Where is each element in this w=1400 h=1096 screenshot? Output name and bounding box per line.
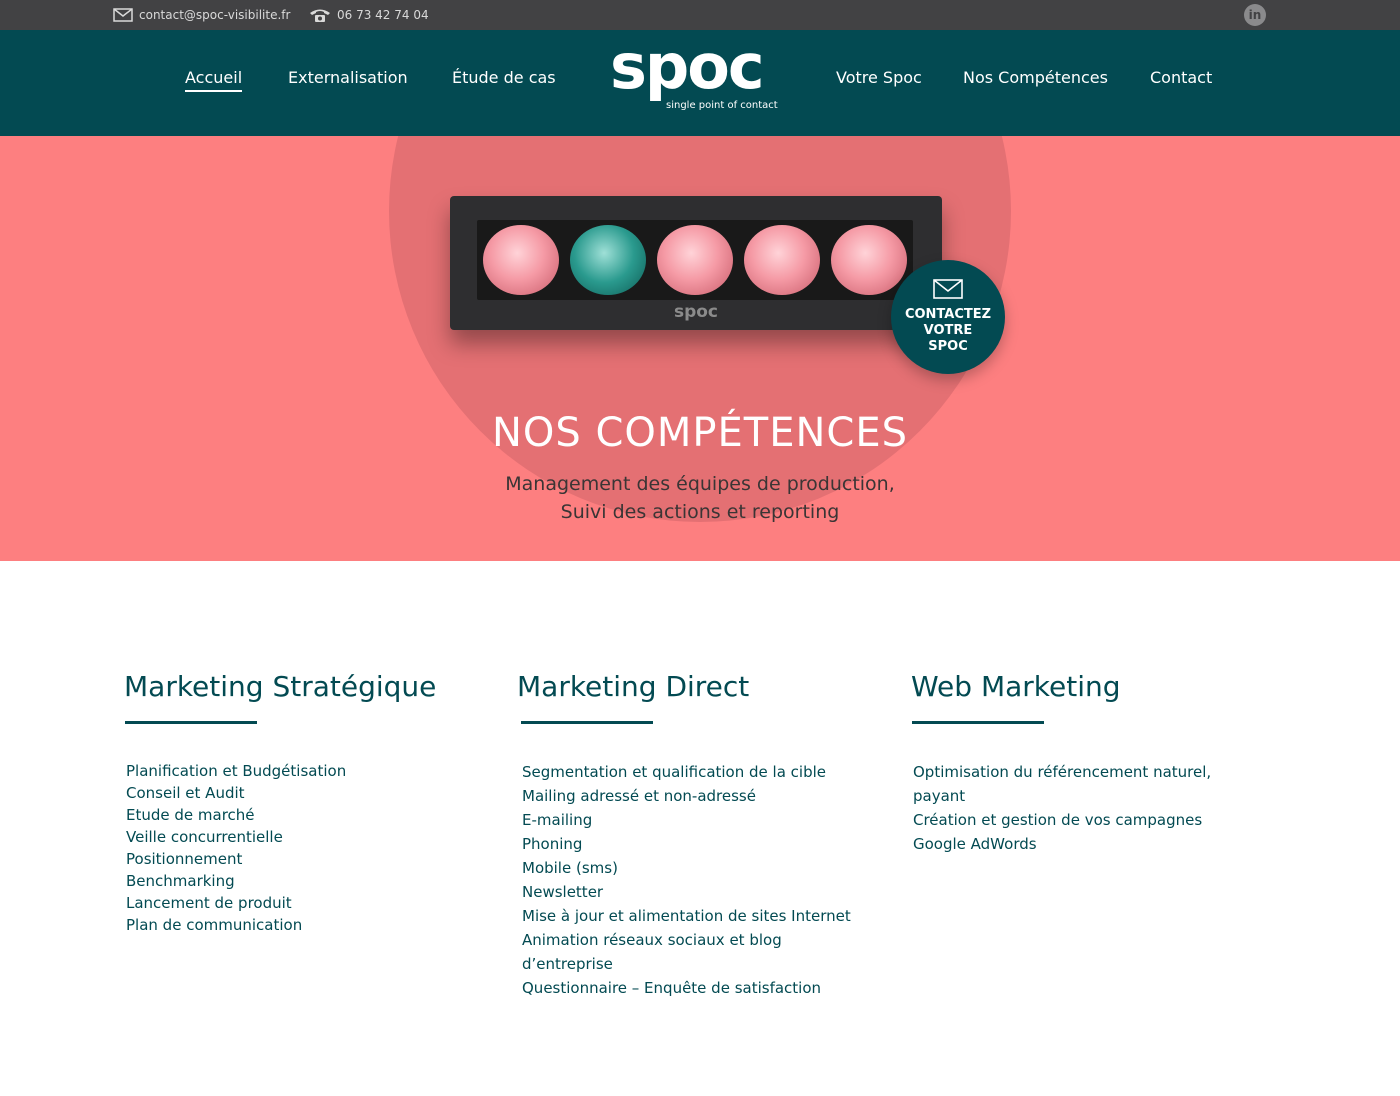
contact-email-link[interactable]: contact@spoc-visibilite.fr [113, 0, 290, 30]
pastry-box-image: spoc [450, 196, 942, 330]
cta-line: VOTRE [923, 323, 973, 338]
phone-text: 06 73 42 74 04 [337, 8, 429, 22]
list-item: Création et gestion de vos campagnes [913, 811, 1203, 829]
linkedin-icon[interactable]: in [1244, 4, 1266, 26]
nav-externalisation[interactable]: Externalisation [288, 68, 408, 87]
nav-nos-competences[interactable]: Nos Compétences [963, 68, 1108, 87]
title-underline [912, 721, 1044, 724]
nav-votre-spoc[interactable]: Votre Spoc [836, 68, 922, 87]
contact-phone-link[interactable]: 06 73 42 74 04 [309, 0, 429, 30]
column-marketing-strategique: Marketing Stratégique Planification et B… [124, 670, 504, 936]
list-item: Questionnaire – Enquête de satisfaction [522, 979, 822, 997]
column-web-marketing: Web Marketing Optimisation du référencem… [911, 670, 1291, 856]
list-item: Phoning [522, 835, 583, 853]
subtitle-line: Management des équipes de production, [505, 473, 895, 495]
list-item: Planification et Budgétisation [126, 762, 347, 780]
skill-list: Segmentation et qualification de la cibl… [522, 760, 897, 1000]
cta-line: CONTACTEZ [904, 307, 992, 322]
mail-icon [933, 279, 963, 299]
list-item: Plan de communication [126, 916, 303, 934]
main-header: Accueil Externalisation Étude de cas spo… [0, 30, 1400, 136]
spoc-logo[interactable]: spoc single point of contact [610, 30, 790, 116]
logo-tagline: single point of contact [666, 100, 778, 111]
list-item: Segmentation et qualification de la cibl… [522, 763, 826, 781]
logo-word: spoc [610, 30, 765, 103]
contact-spoc-button[interactable]: CONTACTEZ VOTRE SPOC [891, 260, 1005, 374]
email-text: contact@spoc-visibilite.fr [139, 8, 291, 22]
top-bar: contact@spoc-visibilite.fr 06 73 42 74 0… [0, 0, 1400, 30]
pink-pastry [482, 225, 559, 295]
hero-banner: spoc CONTACTEZ VOTRE SPOC NOS COMPÉTENCE… [0, 136, 1400, 561]
column-title: Marketing Direct [517, 670, 750, 703]
list-item: Conseil et Audit [126, 784, 245, 802]
column-title: Web Marketing [911, 670, 1121, 703]
list-item: Lancement de produit [126, 894, 292, 912]
list-item: Positionnement [126, 850, 243, 868]
pink-pastry [831, 225, 908, 295]
list-item: Benchmarking [126, 872, 235, 890]
mail-icon [113, 8, 133, 22]
list-item: payant [913, 787, 966, 805]
list-item: Optimisation du référencement naturel, [913, 763, 1212, 781]
pink-pastry [656, 225, 733, 295]
skill-list: Planification et Budgétisation Conseil e… [126, 760, 504, 936]
phone-icon [310, 9, 330, 22]
page-title: NOS COMPÉTENCES [491, 410, 909, 456]
title-underline [125, 721, 257, 724]
list-item: Mailing adressé et non-adressé [522, 787, 756, 805]
list-item: d’entreprise [522, 955, 613, 973]
cta-label: CONTACTEZ VOTRE SPOC [891, 307, 1005, 355]
title-underline [521, 721, 653, 724]
nav-contact[interactable]: Contact [1150, 68, 1212, 87]
teal-pastry [569, 225, 646, 295]
list-item: E-mailing [522, 811, 593, 829]
list-item: Animation réseaux sociaux et blog [522, 931, 782, 949]
list-item: Etude de marché [126, 806, 255, 824]
nav-accueil[interactable]: Accueil [185, 68, 243, 92]
list-item: Mise à jour et alimentation de sites Int… [522, 907, 851, 925]
list-item: Google AdWords [913, 835, 1037, 853]
nav-etude-de-cas[interactable]: Étude de cas [452, 68, 556, 87]
pink-pastry [744, 225, 821, 295]
cta-line: SPOC [928, 339, 968, 354]
column-marketing-direct: Marketing Direct Segmentation et qualifi… [517, 670, 897, 1000]
pastry-row [477, 220, 913, 300]
hero-subtitle: Management des équipes de production, Su… [0, 470, 1400, 526]
column-title: Marketing Stratégique [124, 670, 437, 703]
subtitle-line: Suivi des actions et reporting [560, 501, 840, 523]
skill-list: Optimisation du référencement naturel, p… [913, 760, 1291, 856]
box-brand-label: spoc [673, 302, 719, 322]
list-item: Mobile (sms) [522, 859, 618, 877]
list-item: Newsletter [522, 883, 604, 901]
list-item: Veille concurrentielle [126, 828, 283, 846]
